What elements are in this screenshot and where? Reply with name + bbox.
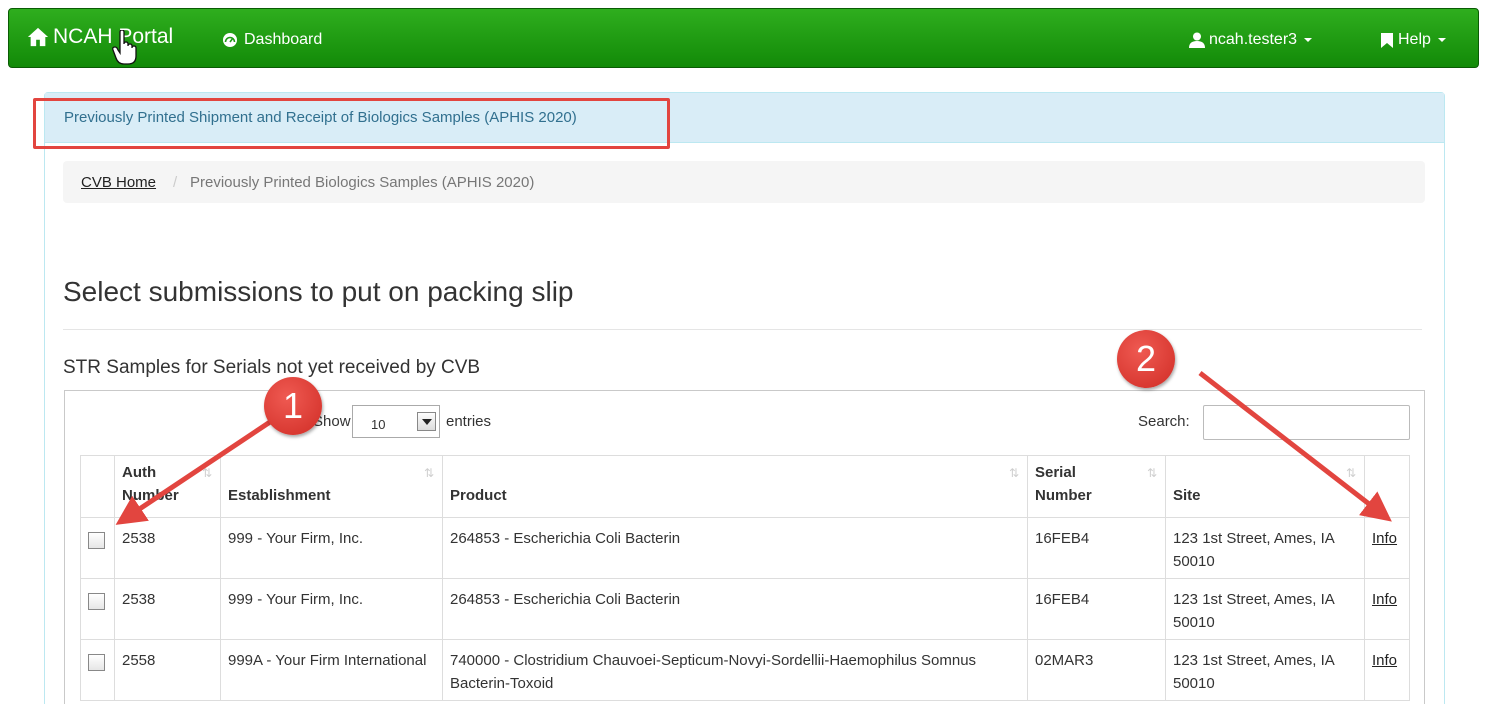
annotation-badge-1: 1 <box>264 377 322 435</box>
annotation-badge-2: 2 <box>1117 330 1175 388</box>
annotation-arrows <box>115 371 1392 525</box>
arrow-2 <box>1198 371 1392 522</box>
arrow-1 <box>115 419 272 525</box>
